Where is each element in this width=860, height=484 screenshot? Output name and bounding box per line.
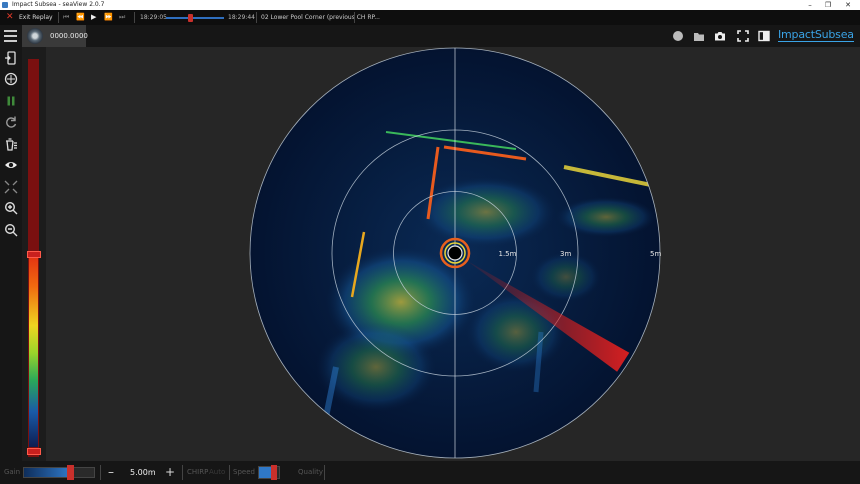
gain-slider-thumb[interactable] [66,465,74,480]
bottom-divider [182,465,183,480]
window-titlebar: Impact Subsea - seaView 2.0.7 – ❐ ✕ [0,0,860,10]
range-label-inner: 1.5m [499,250,517,258]
window-title: Impact Subsea - seaView 2.0.7 [12,1,105,8]
range-label-middle: 3m [560,250,571,258]
bottom-divider [324,465,325,480]
colour-scale-gradient [29,251,38,447]
clear-history-icon[interactable] [4,137,18,151]
camera-icon[interactable] [714,30,726,42]
replay-timeline-track[interactable] [166,17,224,19]
toolbar-divider [354,12,355,23]
transducer-center-icon [447,245,463,261]
close-window-icon[interactable]: ✕ [838,0,858,10]
skip-to-start-icon[interactable]: ⏮ [63,10,69,25]
colour-scale-upper-handle[interactable] [27,251,41,259]
sonar-device-icon [27,28,43,44]
chirp-toggle[interactable]: CHIRP [187,461,208,484]
minimize-icon[interactable]: – [800,0,820,10]
zoom-in-icon[interactable] [4,201,18,215]
range-decrease-button[interactable]: – [108,461,114,484]
zoom-out-icon[interactable] [4,223,18,237]
fullscreen-icon[interactable] [737,30,749,42]
replay-end-time: 18:29:44 [228,14,255,21]
folder-icon[interactable] [693,30,705,42]
pause-icon[interactable] [4,94,18,108]
fast-forward-icon[interactable]: ⏩ [104,10,113,25]
device-connect-icon[interactable] [4,51,18,65]
toolbar-divider [58,12,59,23]
range-value: 5.00m [130,468,156,477]
device-value: 0000.0000 [50,32,88,40]
range-label-outer: 5m [650,250,661,258]
brand-logo: ImpactSubsea [778,28,854,42]
restore-icon[interactable]: ❐ [818,0,838,10]
gain-slider-fill [24,468,70,477]
refresh-icon[interactable] [4,115,18,129]
quality-label: Quality [298,468,324,476]
rewind-icon[interactable]: ⏪ [76,10,85,25]
record-icon[interactable] [672,30,684,42]
replay-start-time: 18:29:05 [140,14,167,21]
colour-scale [22,47,46,461]
toolbar-divider [256,12,257,23]
gain-label: Gain [4,468,21,476]
hamburger-menu-icon[interactable] [4,30,17,42]
speed-label: Speed [233,468,255,476]
chirp-state: Auto [209,468,226,476]
replay-file-name[interactable]: 02 Lower Pool Corner (previous CH RP... [261,10,380,25]
replay-toolbar: ✕ Exit Replay ⏮ ⏪ ▶ ⏩ ⏭ 18:29:05 18:29:4… [0,10,860,25]
toolbar-divider [134,12,135,23]
colour-scale-lower-handle[interactable] [27,448,41,455]
replay-timeline-thumb[interactable] [187,14,193,22]
bottom-controls: Gain – 5.00m + CHIRP Auto Speed Quality [0,461,860,484]
sonar-image[interactable]: 1.5m 3m 5m [46,47,860,461]
crosshair-icon[interactable] [4,72,18,86]
tool-sidebar [0,47,22,461]
panel-layout-icon[interactable] [758,30,770,42]
skip-to-end-icon[interactable]: ⏭ [119,10,125,25]
main-toolbar: 0000.0000 ImpactSubsea [0,25,860,47]
sonar-view[interactable]: 1.5m 3m 5m [46,47,860,461]
speed-quality-slider-thumb[interactable] [271,465,277,480]
eye-icon[interactable] [4,158,18,172]
app-icon [2,2,8,8]
bottom-divider [100,465,101,480]
bottom-divider [229,465,230,480]
device-tab[interactable]: 0000.0000 [22,25,88,47]
fit-view-icon[interactable] [4,180,18,194]
play-icon[interactable]: ▶ [91,10,96,25]
exit-replay-icon[interactable]: ✕ [6,10,14,25]
range-increase-button[interactable]: + [165,461,175,484]
exit-replay-button[interactable]: Exit Replay [19,10,53,25]
